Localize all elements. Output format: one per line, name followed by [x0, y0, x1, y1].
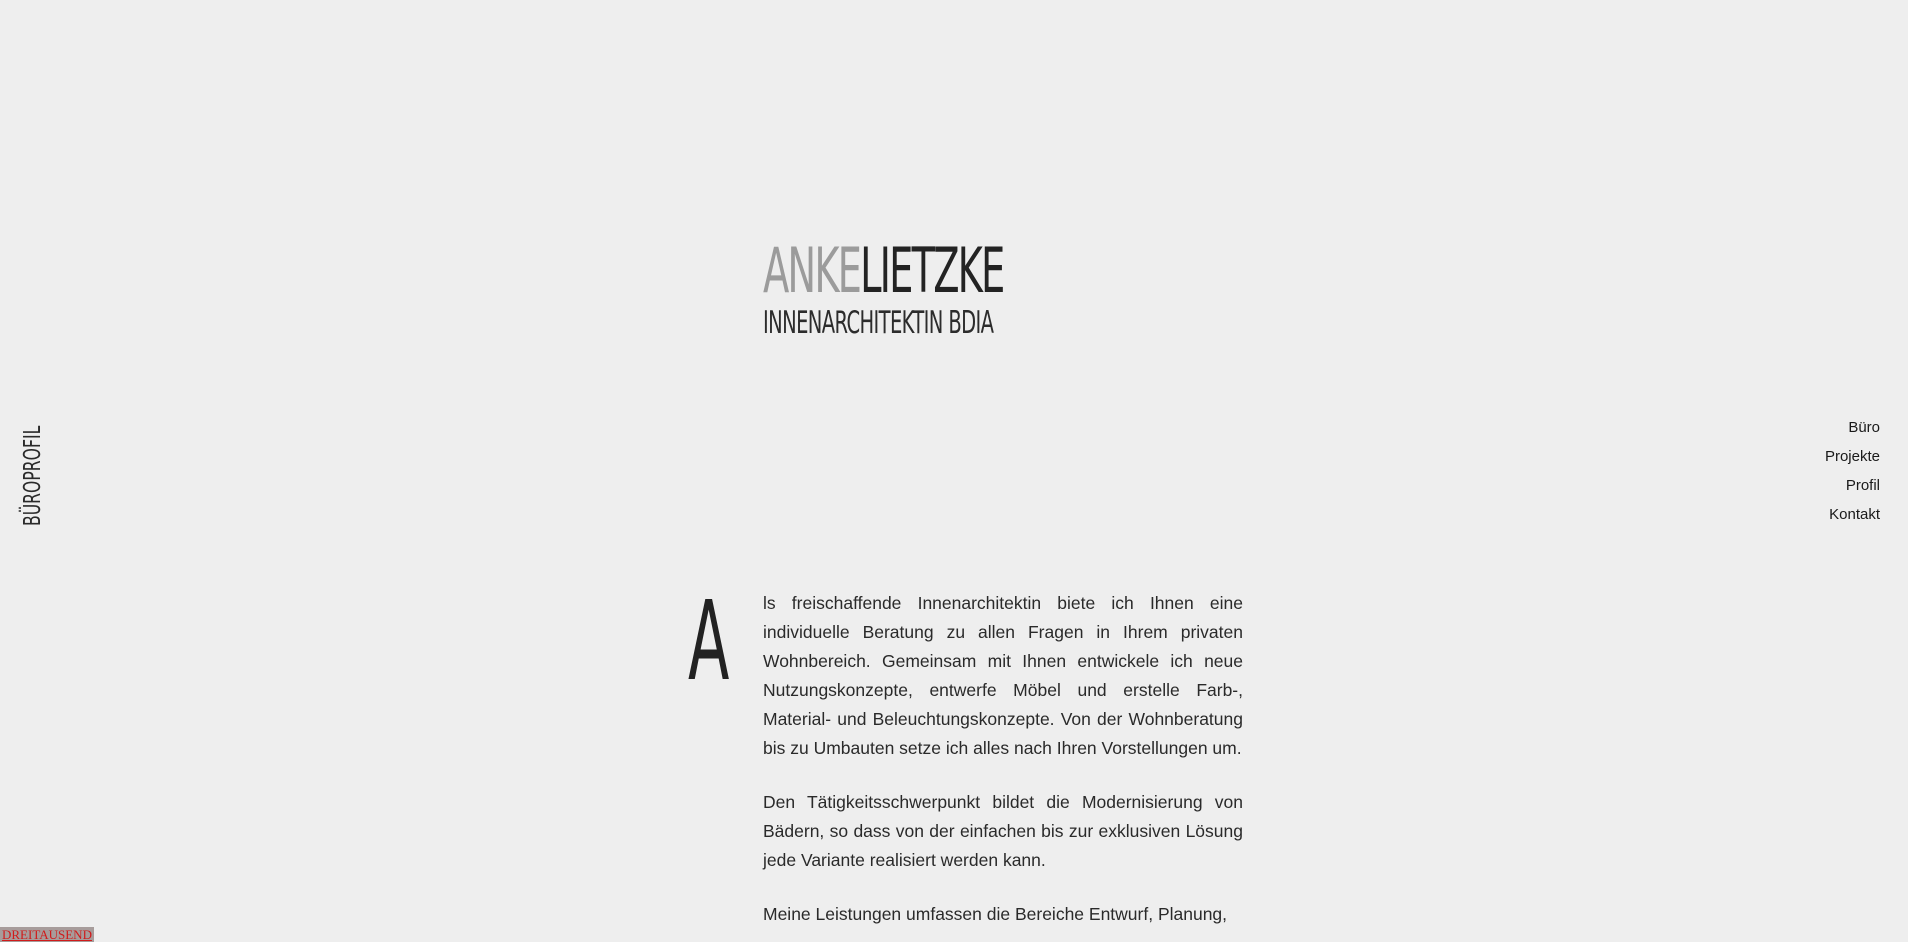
- site-logo[interactable]: ANKELIETZKE: [763, 240, 1005, 302]
- nav-list: Büro Projekte Profil Kontakt: [1720, 416, 1880, 532]
- nav-list-item: Büro: [1720, 416, 1880, 445]
- profile-text: ls freischaffende Innenarchitektin biete…: [763, 589, 1243, 942]
- nav-link-projekte[interactable]: Projekte: [1720, 445, 1880, 474]
- nav-list-item: Profil: [1720, 474, 1880, 503]
- logo-last-name: LIETZKE: [860, 234, 1005, 307]
- nav-link-profil[interactable]: Profil: [1720, 474, 1880, 503]
- main-navigation: Büro Projekte Profil Kontakt: [1720, 416, 1880, 532]
- site-subtitle: INNENARCHITEKTIN BDIA: [763, 305, 994, 341]
- drop-cap: A: [688, 577, 730, 705]
- section-title-vertical: BÜROPROFIL: [20, 425, 46, 526]
- agency-credit-link[interactable]: DREITAUSEND: [0, 927, 94, 942]
- logo-first-name: ANKE: [763, 234, 862, 307]
- nav-link-kontakt[interactable]: Kontakt: [1720, 503, 1880, 532]
- nav-list-item: Kontakt: [1720, 503, 1880, 532]
- paragraph-intro: ls freischaffende Innenarchitektin biete…: [763, 593, 1243, 758]
- nav-link-buero[interactable]: Büro: [1720, 416, 1880, 445]
- paragraph-services: Meine Leistungen umfassen die Bereiche E…: [763, 904, 1228, 924]
- nav-list-item: Projekte: [1720, 445, 1880, 474]
- paragraph-focus: Den Tätigkeitsschwerpunkt bildet die Mod…: [763, 792, 1243, 870]
